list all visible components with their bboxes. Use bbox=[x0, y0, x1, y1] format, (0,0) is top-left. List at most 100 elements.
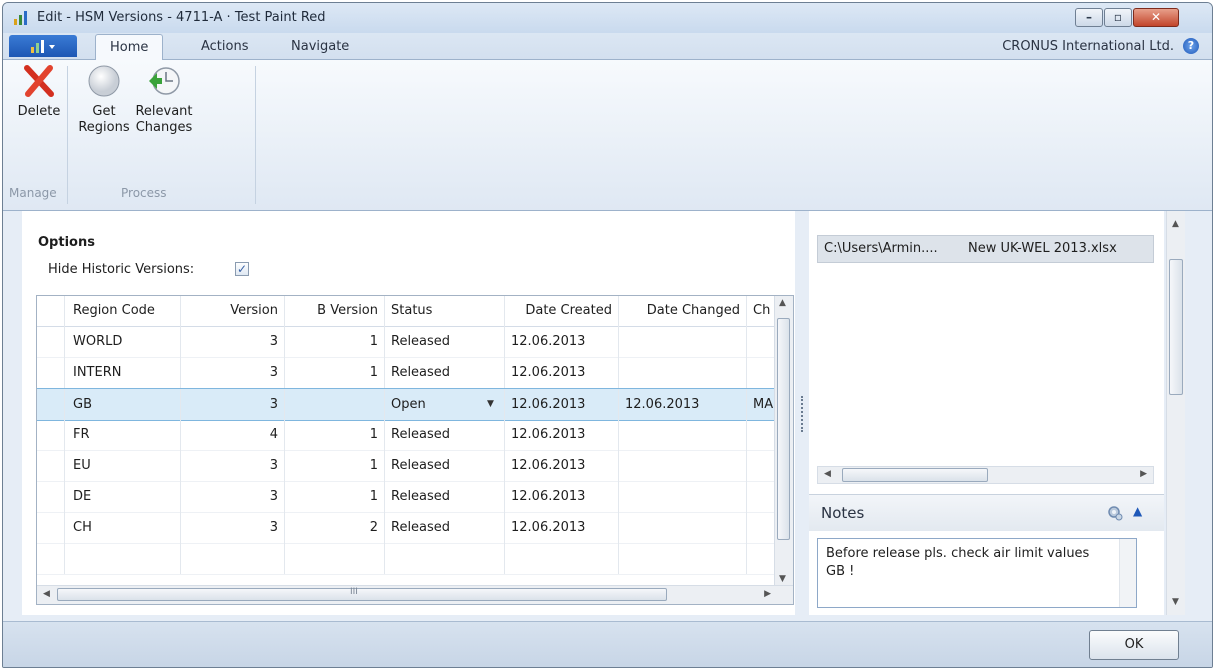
versions-grid: Region Code Version B Version Status Dat… bbox=[36, 295, 794, 605]
factbox-scroll-thumb[interactable] bbox=[842, 468, 988, 482]
attachment-row[interactable]: C:\Users\Armin.... New UK-WEL 2013.xlsx bbox=[817, 235, 1154, 263]
notes-settings-icon[interactable] bbox=[1107, 505, 1123, 521]
grid-horizontal-scroll-thumb[interactable]: III bbox=[57, 587, 667, 601]
cell-ch: MA bbox=[747, 389, 777, 420]
help-icon[interactable]: ? bbox=[1183, 38, 1199, 54]
column-header-date-created[interactable]: Date Created bbox=[505, 296, 619, 326]
row-selector[interactable] bbox=[37, 512, 65, 543]
group-label-manage: Manage bbox=[9, 186, 57, 200]
notes-scrollbar[interactable] bbox=[1119, 539, 1136, 607]
ok-button[interactable]: OK bbox=[1089, 630, 1179, 660]
cell-ch bbox=[747, 357, 777, 388]
column-header-status[interactable]: Status bbox=[385, 296, 505, 326]
tab-navigate[interactable]: Navigate bbox=[277, 34, 363, 59]
cell-region-code: WORLD bbox=[65, 326, 181, 357]
scroll-up-arrow-icon[interactable]: ▲ bbox=[1172, 219, 1179, 229]
tab-home[interactable]: Home bbox=[95, 34, 164, 60]
factbox-vertical-scrollbar[interactable]: ▲ ▼ bbox=[1166, 211, 1185, 615]
close-icon: ✕ bbox=[1150, 10, 1162, 24]
edit-window: Edit - HSM Versions - 4711-A · Test Pain… bbox=[2, 2, 1213, 668]
empty-cell bbox=[747, 543, 777, 574]
cell-region-code: GB bbox=[65, 389, 181, 420]
group-label-process: Process bbox=[121, 186, 167, 200]
table-row[interactable]: EU 3 1 Released 12.06.2013 bbox=[37, 450, 777, 482]
grid-horizontal-scrollbar[interactable]: ◀ III ▶ bbox=[37, 585, 793, 604]
collapse-icon[interactable]: ▲ bbox=[1133, 504, 1142, 518]
cell-date-changed: 12.06.2013 bbox=[619, 389, 747, 420]
notes-title: Notes bbox=[821, 504, 865, 522]
row-selector[interactable] bbox=[37, 450, 65, 481]
table-row[interactable]: CH 3 2 Released 12.06.2013 bbox=[37, 512, 777, 544]
delete-x-icon bbox=[24, 65, 54, 97]
cell-b-version: 1 bbox=[285, 450, 385, 481]
minimize-button[interactable]: – bbox=[1075, 8, 1103, 27]
empty-cell bbox=[65, 543, 181, 574]
notes-header: Notes ▲ bbox=[809, 494, 1164, 531]
table-row[interactable]: INTERN 3 1 Released 12.06.2013 bbox=[37, 357, 777, 389]
status-dropdown-icon[interactable]: ▼ bbox=[487, 399, 494, 409]
ribbon-separator bbox=[67, 66, 68, 204]
scroll-left-arrow-icon[interactable]: ◀ bbox=[43, 589, 50, 599]
empty-cell bbox=[37, 543, 65, 574]
application-menu-button[interactable] bbox=[9, 35, 77, 57]
table-row[interactable]: DE 3 1 Released 12.06.2013 bbox=[37, 481, 777, 513]
scroll-down-arrow-icon[interactable]: ▼ bbox=[779, 574, 786, 584]
factbox-pane: C:\Users\Armin.... New UK-WEL 2013.xlsx … bbox=[809, 211, 1164, 615]
scroll-up-arrow-icon[interactable]: ▲ bbox=[779, 298, 786, 308]
maximize-icon: ▫ bbox=[1113, 10, 1123, 24]
table-row[interactable]: GB 3 Open 12.06.2013 12.06.2013 MA ▼ bbox=[37, 388, 777, 421]
column-header-version[interactable]: Version bbox=[181, 296, 285, 326]
cell-ch bbox=[747, 326, 777, 357]
delete-button[interactable]: Delete bbox=[13, 64, 65, 120]
relevant-changes-label-line1: Relevant bbox=[135, 104, 193, 119]
scroll-left-arrow-icon[interactable]: ◀ bbox=[824, 469, 831, 479]
row-selector[interactable] bbox=[37, 326, 65, 357]
table-row[interactable]: WORLD 3 1 Released 12.06.2013 bbox=[37, 326, 777, 358]
row-selector[interactable] bbox=[37, 389, 65, 420]
cell-status: Released bbox=[385, 357, 505, 388]
factbox-horizontal-scrollbar[interactable]: ◀ ▶ bbox=[817, 466, 1154, 484]
window-title: Edit - HSM Versions - 4711-A · Test Pain… bbox=[37, 10, 326, 25]
attachment-filename: New UK-WEL 2013.xlsx bbox=[968, 241, 1117, 256]
clock-arrow-icon bbox=[149, 67, 180, 95]
table-row[interactable]: FR 4 1 Released 12.06.2013 bbox=[37, 419, 777, 451]
column-header-region-code[interactable]: Region Code bbox=[65, 296, 181, 326]
notes-content: Before release pls. check air limit valu… bbox=[826, 546, 1090, 579]
empty-cell bbox=[181, 543, 285, 574]
app-menu-icon bbox=[31, 40, 55, 53]
hide-historic-checkbox[interactable]: ✓ bbox=[235, 262, 249, 276]
grid-vertical-scrollbar[interactable]: ▲ ▼ bbox=[774, 296, 793, 586]
get-regions-label-line1: Get bbox=[92, 104, 116, 119]
column-header-date-changed[interactable]: Date Changed bbox=[619, 296, 747, 326]
cell-date-created: 12.06.2013 bbox=[505, 450, 619, 481]
factbox-vertical-scroll-thumb[interactable] bbox=[1169, 259, 1183, 395]
tab-actions[interactable]: Actions bbox=[187, 34, 263, 59]
column-header-b-version[interactable]: B Version bbox=[285, 296, 385, 326]
row-selector[interactable] bbox=[37, 481, 65, 512]
get-regions-button[interactable]: Get Regions bbox=[75, 64, 133, 136]
app-logo-icon bbox=[14, 11, 27, 25]
ribbon-separator bbox=[255, 66, 256, 204]
title-bar: Edit - HSM Versions - 4711-A · Test Pain… bbox=[3, 3, 1212, 33]
scroll-right-arrow-icon[interactable]: ▶ bbox=[764, 589, 771, 599]
relevant-changes-button[interactable]: Relevant Changes bbox=[133, 64, 195, 136]
maximize-button[interactable]: ▫ bbox=[1104, 8, 1132, 27]
row-selector[interactable] bbox=[37, 357, 65, 388]
panel-splitter-handle[interactable] bbox=[801, 396, 806, 432]
notes-textbox[interactable]: Before release pls. check air limit valu… bbox=[817, 538, 1137, 608]
row-selector[interactable] bbox=[37, 419, 65, 450]
cell-date-changed bbox=[619, 450, 747, 481]
scroll-down-arrow-icon[interactable]: ▼ bbox=[1172, 597, 1179, 607]
cell-version: 3 bbox=[181, 326, 285, 357]
cell-version: 3 bbox=[181, 389, 285, 420]
cell-date-created: 12.06.2013 bbox=[505, 389, 619, 420]
table-row-empty[interactable] bbox=[37, 543, 777, 575]
scroll-right-arrow-icon[interactable]: ▶ bbox=[1140, 469, 1147, 479]
column-header-ch[interactable]: Ch bbox=[747, 296, 777, 326]
cell-ch bbox=[747, 450, 777, 481]
cell-region-code: FR bbox=[65, 419, 181, 450]
grid-vertical-scroll-thumb[interactable] bbox=[777, 318, 790, 540]
cell-version: 3 bbox=[181, 357, 285, 388]
close-button[interactable]: ✕ bbox=[1133, 8, 1179, 27]
cell-version: 3 bbox=[181, 450, 285, 481]
